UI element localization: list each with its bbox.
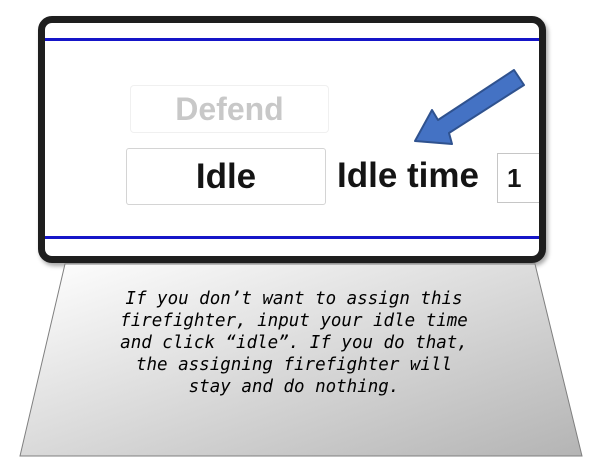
caption-box <box>19 263 583 457</box>
caption-text: If you don’t want to assign this firefig… <box>120 289 468 397</box>
